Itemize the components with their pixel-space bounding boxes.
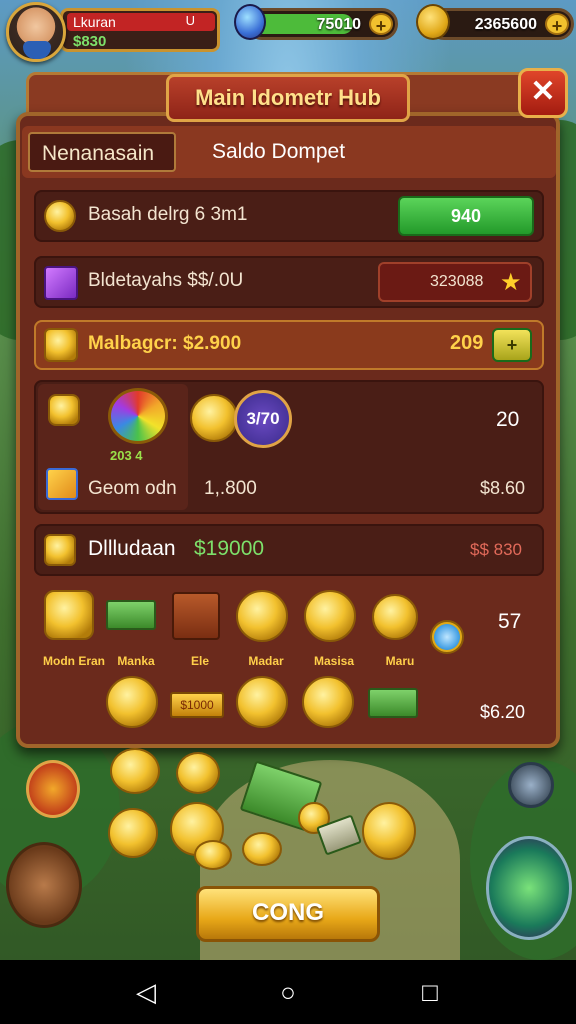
coin-stack-icon [44, 200, 76, 232]
cube-icon [46, 468, 78, 500]
gold-bar-icon: $1000 [170, 692, 224, 718]
scattered-coin-icon [242, 832, 282, 866]
gold-badge-icon [44, 328, 78, 362]
scattered-coin-icon [194, 840, 232, 870]
list-item-dllludaan[interactable]: Dllludaan $19000 $$ 830 [34, 524, 544, 576]
coin-icon [190, 394, 238, 442]
compass-button[interactable] [508, 762, 554, 808]
dllludaan-value: $$ 830 [470, 540, 522, 559]
coin-badge-icon [44, 534, 76, 566]
recents-icon[interactable]: □ [410, 978, 450, 1006]
back-icon[interactable]: ◁ [126, 978, 166, 1006]
geom-value-top: 20 [496, 408, 520, 431]
manager-value: 209 [450, 332, 484, 354]
star-icon: ★ [500, 269, 522, 296]
add-gems-button[interactable]: + [369, 13, 393, 36]
store-item-1[interactable]: Modn Eran [43, 590, 105, 668]
row-label: Malbagcr: $2.900 [88, 333, 242, 354]
store-item-6[interactable]: Maru [370, 590, 426, 668]
cong-button[interactable]: CONG [196, 886, 380, 942]
store-item-4[interactable]: Madar [236, 590, 292, 668]
store-grid: Modn Eran Manka Ele Madar Masisa Maru 57… [34, 584, 544, 734]
list-item-details[interactable]: Bldetayahs $$/.0U 323088 ★ [34, 256, 544, 308]
store-value-top: 57 [498, 610, 522, 633]
dollar-coin-icon [304, 590, 356, 642]
rainbow-text: 203 4 [110, 448, 143, 463]
dllludaan-amount: $19000 [194, 537, 265, 560]
balance-button[interactable]: 940 [398, 196, 534, 236]
list-item-balance[interactable]: Basah delrg 6 3m1 940 [34, 190, 544, 242]
row-label: Dllludaan [88, 537, 176, 560]
coin-shop-button[interactable] [26, 760, 80, 818]
player-info[interactable]: Lkuran U $830 [60, 8, 220, 52]
gear-coin-icon [44, 590, 94, 640]
home-icon[interactable]: ○ [268, 978, 308, 1006]
geom-label: Geom odn [88, 478, 177, 499]
coin-stack-icon [372, 594, 418, 640]
gear-coin-icon [48, 394, 80, 426]
geom-amount: 1,.800 [204, 478, 257, 499]
row-label: Bldetayahs $$/.0U [88, 270, 244, 291]
scattered-coin-icon [110, 748, 160, 794]
store-value-bottom: $6.20 [480, 702, 526, 722]
list-item-manager[interactable]: Malbagcr: $2.900 209 + [34, 320, 544, 370]
manager-add-button[interactable]: + [492, 328, 532, 362]
dollar-coin-icon [302, 676, 354, 728]
panel-title: Main Idometr Hub [166, 74, 410, 122]
row-label: Basah delrg 6 3m1 [88, 204, 248, 225]
geom-value-bottom: $8.60 [480, 478, 526, 498]
details-value-box: 323088 ★ [378, 262, 532, 302]
lightning-action-button[interactable] [486, 836, 572, 940]
player-cash: $830 [73, 33, 107, 50]
tab-nenanasain[interactable]: Nenanasain [28, 132, 176, 172]
chest-icon [172, 592, 220, 640]
top-hud: Lkuran U $830 75010 + 2365600 + [0, 0, 576, 62]
gold-value: 2365600 [474, 16, 537, 33]
scattered-coin-icon [176, 752, 220, 794]
cash-brick-icon [106, 600, 156, 630]
tab-saldo-dompet[interactable]: Saldo Dompet [200, 132, 460, 172]
gold-coin-icon [416, 4, 450, 40]
system-nav-bar: ◁ ○ □ [0, 960, 576, 1024]
gem-icon [234, 4, 266, 40]
tab-bar: Nenanasain Saldo Dompet [22, 126, 556, 178]
player-avatar[interactable] [6, 2, 66, 62]
badge-circle: 3/70 [234, 390, 292, 448]
rainbow-shield-icon [108, 388, 168, 444]
player-level: U [185, 13, 195, 28]
blue-dollar-coin-icon [430, 620, 464, 654]
cash-brick-icon [368, 688, 418, 718]
store-item-2[interactable]: Manka [106, 590, 162, 668]
store-item-5[interactable]: Masisa [304, 590, 360, 668]
scattered-coin-icon [362, 802, 416, 860]
details-value: 323088 [430, 273, 484, 290]
money-bag-button[interactable] [6, 842, 82, 928]
purple-box-icon [44, 266, 78, 300]
list-item-geom[interactable]: 203 4 3/70 20 Geom odn 1,.800 $8.60 [34, 380, 544, 514]
gem-value: 75010 [316, 16, 362, 33]
item-caption: Maru [385, 654, 415, 668]
dollar-coin-icon [106, 676, 158, 728]
dollar-coin-icon [236, 676, 288, 728]
add-gold-button[interactable]: + [545, 13, 569, 36]
dollar-coin-icon [236, 590, 288, 642]
store-item-3[interactable]: Ele [170, 590, 226, 668]
scattered-coin-icon [108, 808, 158, 858]
close-button[interactable]: ✕ [518, 68, 568, 118]
gem-counter: 75010 + [246, 8, 398, 40]
